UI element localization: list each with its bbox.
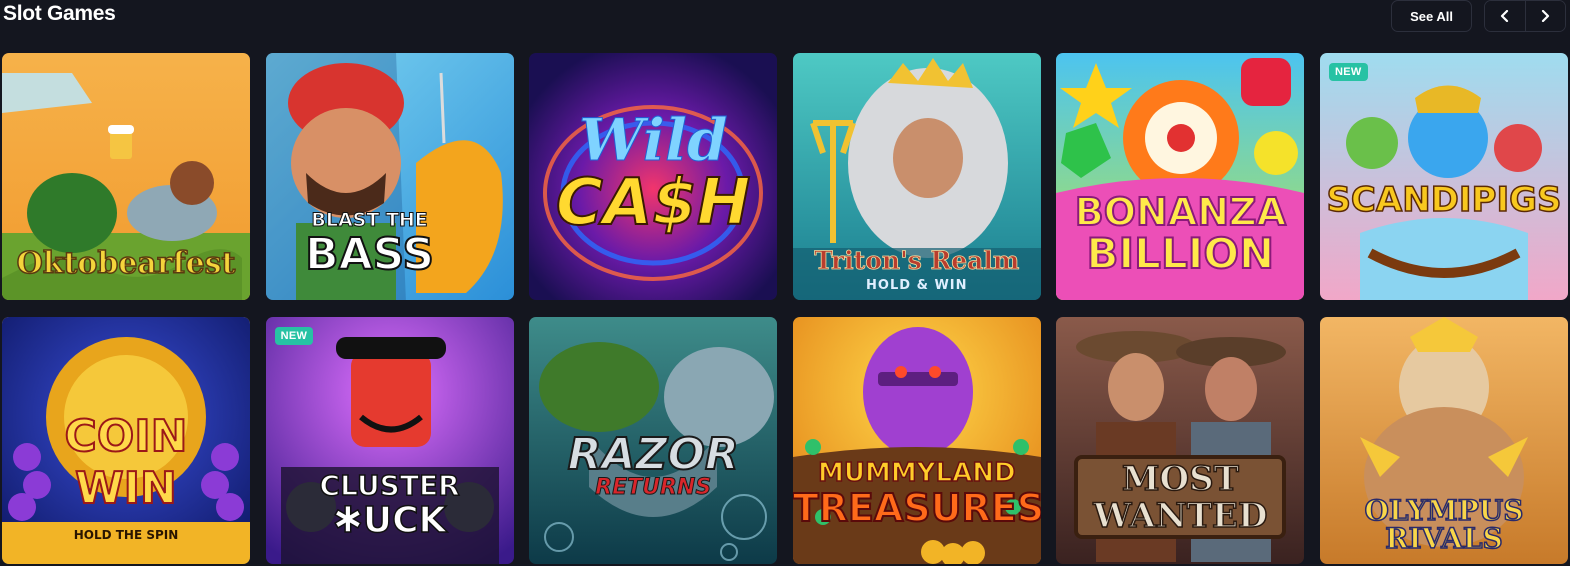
game-tile-blast-the-bass[interactable]: BLAST THE BASS (265, 53, 514, 300)
game-logo-line1: COIN (64, 411, 189, 462)
game-logo-line2: WANTED (1093, 496, 1269, 536)
new-badge: NEW (1328, 63, 1368, 81)
game-tile-coin-win[interactable]: COIN WIN HOLD THE SPIN (2, 317, 250, 564)
game-tile-most-wanted[interactable]: MOST WANTED (1056, 317, 1305, 564)
game-logo-sub: HOLD THE SPIN (73, 528, 179, 542)
game-tile-cluster-uck[interactable]: NEW CLUSTER ✱UCK (265, 317, 514, 564)
game-logo-line2: ✱UCK (332, 500, 447, 541)
game-logo: Oktobearfest (16, 246, 236, 281)
game-tile-oktobearfest[interactable]: Oktobearfest (2, 53, 250, 300)
game-logo-line1: RAZOR (567, 429, 740, 480)
game-logo-line1: BONANZA (1074, 190, 1287, 234)
chevron-left-icon (1500, 10, 1508, 22)
game-logo-line2: WIN (74, 463, 178, 514)
game-logo: SCANDIPIGS (1326, 180, 1563, 220)
chevron-right-icon (1542, 10, 1550, 22)
game-logo-line1: Wild (578, 106, 728, 174)
section-title: Slot Games (3, 2, 116, 25)
game-tile-olympus-rivals[interactable]: OLYMPUS RIVALS (1319, 317, 1568, 564)
game-logo-line2: TREASURES (792, 486, 1041, 530)
game-tile-razor-returns[interactable]: RAZOR RETURNS (529, 317, 778, 564)
section-header: Slot Games See All (0, 0, 1570, 34)
game-tile-tritons-realm[interactable]: Triton's Realm HOLD & WIN (792, 53, 1041, 300)
prev-button[interactable] (1485, 1, 1525, 31)
see-all-button[interactable]: See All (1391, 0, 1472, 32)
game-logo-line2: BASS (304, 229, 435, 280)
game-tile-scandipigs[interactable]: NEW SCANDIPIGS (1319, 53, 1568, 300)
game-logo-line1: MOST (1121, 459, 1240, 499)
next-button[interactable] (1524, 1, 1565, 31)
game-logo-line2: RETURNS (595, 475, 712, 500)
game-logo-line2: BILLION (1086, 229, 1276, 278)
game-tile-bonanza-billion[interactable]: BONANZA BILLION (1056, 53, 1305, 300)
game-logo-sub: HOLD & WIN (866, 278, 968, 293)
new-badge: NEW (274, 327, 314, 345)
game-tile-wild-cash[interactable]: Wild CA$H (529, 53, 778, 300)
game-logo: OLYMPUS RIVALS (1364, 494, 1524, 555)
carousel-nav (1484, 0, 1566, 32)
game-grid: Oktobearfest BLAST THE BASS Wild CA$H Tr… (2, 53, 1568, 564)
game-logo-line1: MUMMYLAND (817, 458, 1016, 488)
game-art (1319, 53, 1568, 300)
game-tile-mummyland-treasures[interactable]: MUMMYLAND TREASURES (792, 317, 1041, 564)
game-logo-line1: CLUSTER (319, 469, 461, 502)
game-logo-line1: BLAST THE (311, 209, 428, 231)
game-logo: Triton's Realm (814, 246, 1020, 275)
game-logo-line2: CA$H (555, 166, 752, 240)
